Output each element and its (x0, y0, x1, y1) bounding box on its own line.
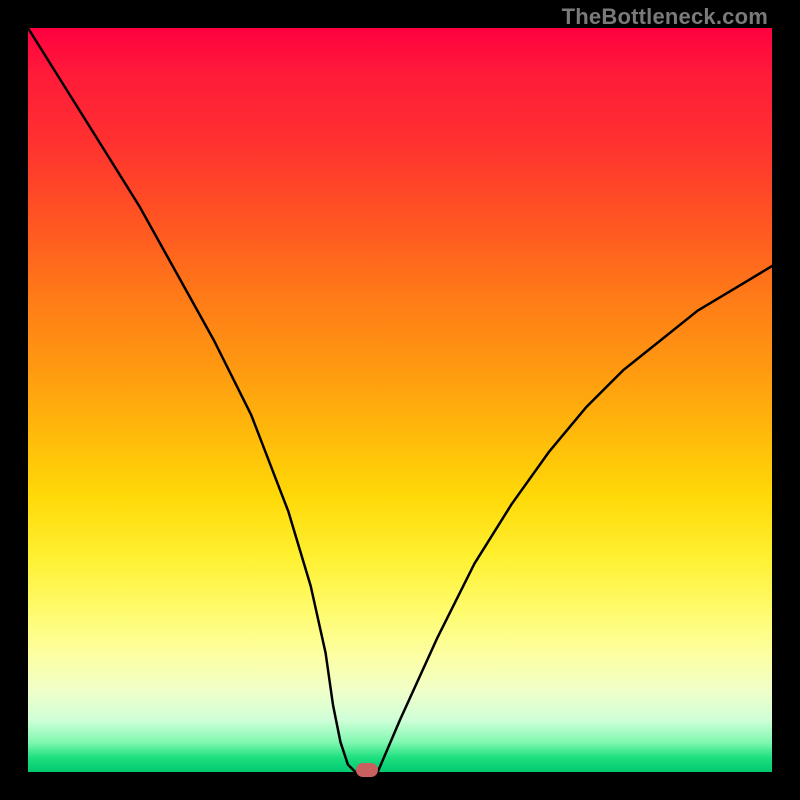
bottleneck-curve (28, 28, 772, 772)
watermark-text: TheBottleneck.com (562, 4, 768, 30)
curve-path (28, 28, 772, 772)
plot-area (28, 28, 772, 772)
valley-marker (356, 763, 378, 777)
chart-frame: TheBottleneck.com (0, 0, 800, 800)
